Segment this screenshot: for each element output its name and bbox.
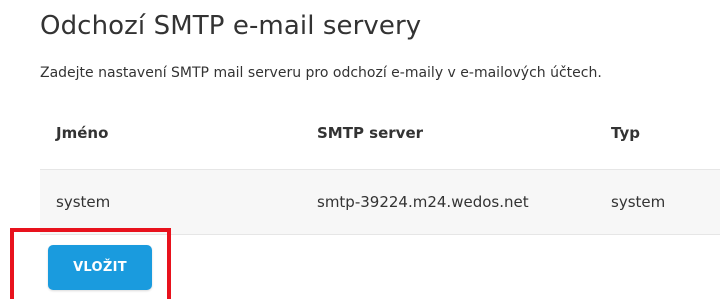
page-description: Zadejte nastavení SMTP mail serveru pro …	[40, 65, 602, 81]
table-row[interactable]: system smtp-39224.m24.wedos.net system	[40, 169, 720, 235]
cell-name: system	[40, 169, 301, 235]
insert-button[interactable]: VLOŽIT	[48, 245, 152, 290]
smtp-servers-table: Jméno SMTP server Typ system smtp-39224.…	[40, 97, 720, 235]
highlight-frame: VLOŽIT	[10, 228, 171, 299]
column-header-type: Typ	[595, 97, 720, 170]
cell-type: system	[595, 169, 720, 235]
column-header-name: Jméno	[40, 97, 301, 170]
table-header-row: Jméno SMTP server Typ	[40, 97, 720, 170]
page-title: Odchozí SMTP e-mail servery	[40, 11, 422, 41]
column-header-smtp-server: SMTP server	[301, 97, 595, 170]
cell-smtp-server: smtp-39224.m24.wedos.net	[301, 169, 595, 235]
